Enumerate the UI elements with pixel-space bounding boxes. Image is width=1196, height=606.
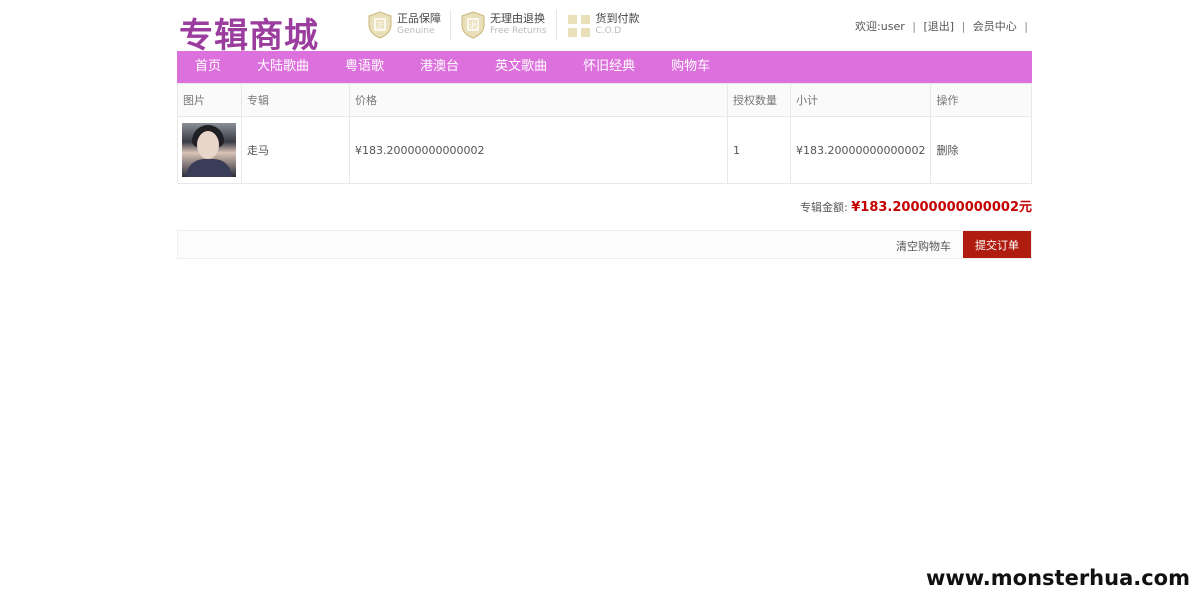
separator: | [912, 20, 916, 33]
separator: | [1024, 20, 1028, 33]
col-image: 图片 [177, 83, 242, 117]
badge-returns: 退 无理由退换 Free Returns [460, 10, 557, 40]
clear-cart-link[interactable]: 清空购物车 [896, 238, 951, 254]
separator: | [961, 20, 966, 33]
nav-item-mainland-songs[interactable]: 大陆歌曲 [239, 51, 327, 83]
badge-cod-subtitle: C.O.D [595, 26, 622, 36]
total-label: 专辑金额: [800, 201, 848, 214]
nav-item-cantonese[interactable]: 粤语歌 [327, 51, 402, 83]
col-quantity: 授权数量 [727, 83, 791, 117]
cell-subtotal: ¥183.20000000000002 [789, 116, 932, 184]
badge-returns-title: 无理由退换 [490, 12, 545, 25]
table-row: 走马 ¥183.20000000000002 1 ¥183.2000000000… [177, 116, 1032, 184]
col-price: 价格 [349, 83, 728, 117]
welcome-text: 欢迎:user [855, 20, 905, 33]
badge-genuine-title: 正品保障 [397, 12, 441, 25]
nav-item-english-songs[interactable]: 英文歌曲 [477, 51, 565, 83]
cart-actions-bar: 清空购物车 提交订单 [177, 230, 1032, 259]
badge-genuine: 正 正品保障 Genuine [367, 10, 451, 40]
cart-table: 图片 专辑 价格 授权数量 小计 操作 走马 ¥183.200000000000… [177, 83, 1032, 184]
site-watermark: www.monsterhua.com [923, 566, 1192, 590]
nav-item-hk-macau-tw[interactable]: 港澳台 [402, 51, 477, 83]
shield-genuine-icon: 正 [368, 11, 392, 39]
user-bar: 欢迎:user | [退出] | 会员中心 | [855, 18, 1032, 34]
cart-total: 专辑金额: ¥183.20000000000002元 [800, 196, 1032, 215]
shield-return-icon: 退 [461, 11, 485, 39]
badge-cod: 货到付款 C.O.D [566, 10, 649, 40]
nav-item-classics[interactable]: 怀旧经典 [565, 51, 653, 83]
badge-returns-subtitle: Free Returns [490, 26, 547, 36]
service-badges: 正 正品保障 Genuine 退 无理由退换 Free Returns 货到付款… [367, 10, 658, 42]
cell-album: 走马 [241, 116, 350, 184]
table-header-row: 图片 专辑 价格 授权数量 小计 操作 [177, 83, 1032, 117]
badge-genuine-subtitle: Genuine [397, 26, 435, 36]
svg-text:退: 退 [469, 21, 477, 30]
delete-link[interactable]: 删除 [936, 144, 958, 157]
nav-item-home[interactable]: 首页 [177, 51, 239, 83]
member-center-link[interactable]: 会员中心 [973, 20, 1017, 33]
cell-quantity: 1 [727, 116, 791, 184]
cell-action: 删除 [930, 116, 1032, 184]
badge-cod-title: 货到付款 [595, 12, 640, 25]
main-nav: 首页 大陆歌曲 粤语歌 港澳台 英文歌曲 怀旧经典 购物车 [177, 51, 1032, 83]
col-subtotal: 小计 [789, 83, 932, 117]
logout-link[interactable]: [退出] [923, 20, 954, 33]
gift-box-icon [567, 15, 590, 37]
cell-image [177, 116, 242, 184]
submit-order-button[interactable]: 提交订单 [963, 231, 1031, 258]
cell-price: ¥183.20000000000002 [349, 116, 728, 184]
col-album: 专辑 [241, 83, 350, 117]
nav-item-cart[interactable]: 购物车 [653, 51, 728, 83]
total-amount: ¥183.20000000000002元 [851, 200, 1032, 215]
svg-text:正: 正 [376, 21, 384, 30]
col-action: 操作 [930, 83, 1032, 117]
album-thumbnail[interactable] [182, 123, 236, 177]
site-logo[interactable]: 专辑商城 [179, 8, 319, 57]
